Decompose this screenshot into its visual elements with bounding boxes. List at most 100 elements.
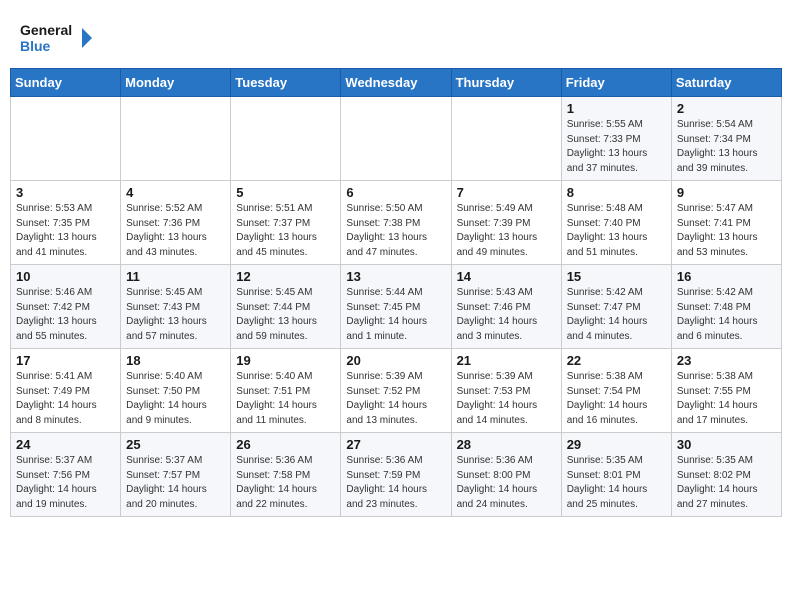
day-number: 26 (236, 437, 335, 452)
weekday-header-saturday: Saturday (671, 69, 781, 97)
day-info: Sunrise: 5:36 AM Sunset: 7:59 PM Dayligh… (346, 454, 445, 512)
day-info: Sunrise: 5:37 AM Sunset: 7:57 PM Dayligh… (126, 454, 225, 512)
calendar-cell: 14 Sunrise: 5:43 AM Sunset: 7:46 PM Dayli… (451, 265, 561, 349)
day-number: 7 (457, 185, 556, 200)
calendar-cell: 22 Sunrise: 5:38 AM Sunset: 7:54 PM Dayli… (561, 349, 671, 433)
svg-text:General: General (20, 22, 72, 38)
calendar-cell: 11 Sunrise: 5:45 AM Sunset: 7:43 PM Dayli… (121, 265, 231, 349)
calendar-cell: 5 Sunrise: 5:51 AM Sunset: 7:37 PM Daylig… (231, 181, 341, 265)
day-info: Sunrise: 5:46 AM Sunset: 7:42 PM Dayligh… (16, 286, 115, 344)
calendar-cell: 6 Sunrise: 5:50 AM Sunset: 7:38 PM Daylig… (341, 181, 451, 265)
day-info: Sunrise: 5:49 AM Sunset: 7:39 PM Dayligh… (457, 202, 556, 260)
day-number: 22 (567, 353, 666, 368)
calendar-week-2: 3 Sunrise: 5:53 AM Sunset: 7:35 PM Daylig… (11, 181, 782, 265)
day-info: Sunrise: 5:40 AM Sunset: 7:50 PM Dayligh… (126, 370, 225, 428)
day-number: 16 (677, 269, 776, 284)
day-number: 18 (126, 353, 225, 368)
calendar-cell: 1 Sunrise: 5:55 AM Sunset: 7:33 PM Daylig… (561, 97, 671, 181)
day-info: Sunrise: 5:35 AM Sunset: 8:02 PM Dayligh… (677, 454, 776, 512)
day-number: 17 (16, 353, 115, 368)
day-number: 15 (567, 269, 666, 284)
day-info: Sunrise: 5:51 AM Sunset: 7:37 PM Dayligh… (236, 202, 335, 260)
day-number: 9 (677, 185, 776, 200)
calendar-cell: 30Sunrise: 5:35 AM Sunset: 8:02 PM Dayli… (671, 433, 781, 517)
day-info: Sunrise: 5:35 AM Sunset: 8:01 PM Dayligh… (567, 454, 666, 512)
calendar-cell (451, 97, 561, 181)
day-number: 25 (126, 437, 225, 452)
day-info: Sunrise: 5:38 AM Sunset: 7:54 PM Dayligh… (567, 370, 666, 428)
calendar-cell: 21Sunrise: 5:39 AM Sunset: 7:53 PM Dayli… (451, 349, 561, 433)
day-number: 6 (346, 185, 445, 200)
day-info: Sunrise: 5:52 AM Sunset: 7:36 PM Dayligh… (126, 202, 225, 260)
calendar-cell: 13Sunrise: 5:44 AM Sunset: 7:45 PM Dayli… (341, 265, 451, 349)
day-number: 24 (16, 437, 115, 452)
calendar-cell: 20 Sunrise: 5:39 AM Sunset: 7:52 PM Dayli… (341, 349, 451, 433)
day-info: Sunrise: 5:42 AM Sunset: 7:47 PM Dayligh… (567, 286, 666, 344)
calendar-cell (231, 97, 341, 181)
day-number: 29 (567, 437, 666, 452)
calendar-week-4: 17 Sunrise: 5:41 AM Sunset: 7:49 PM Dayli… (11, 349, 782, 433)
calendar-cell (341, 97, 451, 181)
day-info: Sunrise: 5:43 AM Sunset: 7:46 PM Dayligh… (457, 286, 556, 344)
day-info: Sunrise: 5:36 AM Sunset: 8:00 PM Dayligh… (457, 454, 556, 512)
calendar-week-1: 1 Sunrise: 5:55 AM Sunset: 7:33 PM Daylig… (11, 97, 782, 181)
day-info: Sunrise: 5:45 AM Sunset: 7:44 PM Dayligh… (236, 286, 335, 344)
calendar-cell: 26Sunrise: 5:36 AM Sunset: 7:58 PM Dayli… (231, 433, 341, 517)
calendar-week-3: 10 Sunrise: 5:46 AM Sunset: 7:42 PM Dayli… (11, 265, 782, 349)
day-number: 10 (16, 269, 115, 284)
weekday-header-monday: Monday (121, 69, 231, 97)
weekday-header-wednesday: Wednesday (341, 69, 451, 97)
day-number: 8 (567, 185, 666, 200)
calendar-cell: 4 Sunrise: 5:52 AM Sunset: 7:36 PM Daylig… (121, 181, 231, 265)
day-number: 2 (677, 101, 776, 116)
day-number: 13 (346, 269, 445, 284)
calendar-cell (121, 97, 231, 181)
day-number: 14 (457, 269, 556, 284)
page-header: GeneralBlue (10, 10, 782, 62)
day-info: Sunrise: 5:42 AM Sunset: 7:48 PM Dayligh… (677, 286, 776, 344)
logo-svg: GeneralBlue (20, 18, 100, 58)
calendar-cell: 28 Sunrise: 5:36 AM Sunset: 8:00 PM Dayli… (451, 433, 561, 517)
day-number: 23 (677, 353, 776, 368)
logo: GeneralBlue (20, 18, 100, 58)
calendar-cell: 7 Sunrise: 5:49 AM Sunset: 7:39 PM Daylig… (451, 181, 561, 265)
calendar-cell: 24Sunrise: 5:37 AM Sunset: 7:56 PM Dayli… (11, 433, 121, 517)
weekday-header-sunday: Sunday (11, 69, 121, 97)
calendar-cell: 19 Sunrise: 5:40 AM Sunset: 7:51 PM Dayli… (231, 349, 341, 433)
day-info: Sunrise: 5:47 AM Sunset: 7:41 PM Dayligh… (677, 202, 776, 260)
day-number: 3 (16, 185, 115, 200)
calendar-cell: 2 Sunrise: 5:54 AM Sunset: 7:34 PM Daylig… (671, 97, 781, 181)
calendar-week-5: 24Sunrise: 5:37 AM Sunset: 7:56 PM Dayli… (11, 433, 782, 517)
calendar-cell: 10 Sunrise: 5:46 AM Sunset: 7:42 PM Dayli… (11, 265, 121, 349)
calendar-cell: 23Sunrise: 5:38 AM Sunset: 7:55 PM Dayli… (671, 349, 781, 433)
day-number: 12 (236, 269, 335, 284)
day-number: 28 (457, 437, 556, 452)
day-info: Sunrise: 5:55 AM Sunset: 7:33 PM Dayligh… (567, 118, 666, 176)
calendar-cell: 9 Sunrise: 5:47 AM Sunset: 7:41 PM Daylig… (671, 181, 781, 265)
day-info: Sunrise: 5:45 AM Sunset: 7:43 PM Dayligh… (126, 286, 225, 344)
weekday-header-tuesday: Tuesday (231, 69, 341, 97)
calendar-cell: 27Sunrise: 5:36 AM Sunset: 7:59 PM Dayli… (341, 433, 451, 517)
day-number: 19 (236, 353, 335, 368)
day-info: Sunrise: 5:50 AM Sunset: 7:38 PM Dayligh… (346, 202, 445, 260)
calendar-cell: 17 Sunrise: 5:41 AM Sunset: 7:49 PM Dayli… (11, 349, 121, 433)
weekday-header-row: SundayMondayTuesdayWednesdayThursdayFrid… (11, 69, 782, 97)
calendar-cell: 29 Sunrise: 5:35 AM Sunset: 8:01 PM Dayli… (561, 433, 671, 517)
day-info: Sunrise: 5:54 AM Sunset: 7:34 PM Dayligh… (677, 118, 776, 176)
calendar-cell: 15 Sunrise: 5:42 AM Sunset: 7:47 PM Dayli… (561, 265, 671, 349)
calendar-cell: 16 Sunrise: 5:42 AM Sunset: 7:48 PM Dayli… (671, 265, 781, 349)
day-number: 4 (126, 185, 225, 200)
day-info: Sunrise: 5:48 AM Sunset: 7:40 PM Dayligh… (567, 202, 666, 260)
day-info: Sunrise: 5:53 AM Sunset: 7:35 PM Dayligh… (16, 202, 115, 260)
day-number: 11 (126, 269, 225, 284)
day-number: 5 (236, 185, 335, 200)
day-info: Sunrise: 5:41 AM Sunset: 7:49 PM Dayligh… (16, 370, 115, 428)
day-info: Sunrise: 5:39 AM Sunset: 7:52 PM Dayligh… (346, 370, 445, 428)
day-info: Sunrise: 5:40 AM Sunset: 7:51 PM Dayligh… (236, 370, 335, 428)
calendar-table: SundayMondayTuesdayWednesdayThursdayFrid… (10, 68, 782, 517)
calendar-cell: 25 Sunrise: 5:37 AM Sunset: 7:57 PM Dayli… (121, 433, 231, 517)
day-number: 20 (346, 353, 445, 368)
weekday-header-friday: Friday (561, 69, 671, 97)
day-number: 1 (567, 101, 666, 116)
calendar-cell (11, 97, 121, 181)
